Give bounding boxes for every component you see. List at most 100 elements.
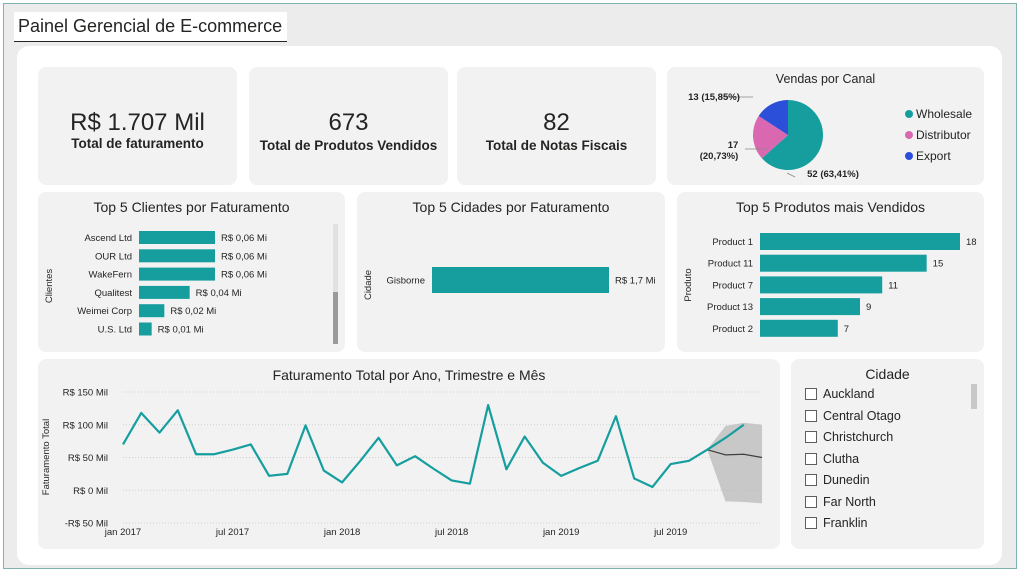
slicer-item[interactable]: Clutha — [805, 450, 859, 468]
legend-label: Wholesale — [916, 107, 973, 121]
bar-data-label: R$ 0,06 Mi — [221, 233, 267, 244]
kpi-label: Total de Produtos Vendidos — [259, 138, 438, 153]
kpi-card-revenue[interactable]: R$ 1.707 Mil Total de faturamento — [38, 67, 237, 185]
bar — [139, 267, 215, 281]
bar-data-label: 9 — [866, 302, 871, 313]
top-cities-card[interactable]: Top 5 Cidades por Faturamento Cidade Gis… — [357, 192, 665, 352]
bar-data-label: 15 — [933, 259, 944, 270]
y-axis-title: Cidade — [363, 270, 374, 300]
report-frame: Painel Gerencial de E-commerce R$ 1.707 … — [3, 3, 1017, 569]
bar-data-label: R$ 0,01 Mi — [158, 325, 204, 336]
bar — [139, 285, 190, 299]
x-tick-label: jul 2018 — [434, 527, 468, 538]
pie-data-label: 52 (63,41%) — [807, 169, 859, 180]
bar — [139, 304, 165, 318]
dashboard-canvas: R$ 1.707 Mil Total de faturamento 673 To… — [17, 46, 1002, 565]
x-tick-label: jan 2019 — [542, 527, 579, 538]
slicer-item-label: Dunedin — [823, 473, 870, 487]
kpi-card-products-sold[interactable]: 673 Total de Produtos Vendidos — [249, 67, 448, 185]
top-clients-chart[interactable]: Clientes Ascend Ltd R$ 0,06 Mi OUR Ltd R$ 0… — [38, 192, 345, 352]
bar — [139, 322, 152, 336]
bar — [139, 231, 215, 244]
legend-item-distributor[interactable]: Distributor — [905, 128, 971, 142]
kpi-value: 82 — [543, 109, 570, 136]
legend-item-export[interactable]: Export — [905, 149, 951, 163]
checkbox[interactable] — [805, 517, 817, 529]
legend-dot — [905, 110, 913, 118]
slicer-item[interactable]: Dunedin — [805, 471, 870, 489]
checkbox[interactable] — [805, 431, 817, 443]
slicer-item-label: Auckland — [823, 387, 875, 401]
checkbox[interactable] — [805, 452, 817, 465]
bar-data-label: 18 — [966, 237, 977, 248]
slicer-item-label: Clutha — [823, 451, 860, 466]
legend-item-wholesale[interactable]: Wholesale — [905, 107, 972, 121]
slicer-item[interactable]: Auckland — [805, 385, 874, 403]
slicer-item[interactable]: Franklin — [805, 514, 867, 532]
slicer-item[interactable]: Far North — [805, 493, 876, 511]
checkbox[interactable] — [805, 495, 817, 508]
bar-data-label: 7 — [844, 324, 849, 335]
x-tick-label: jan 2018 — [323, 527, 360, 538]
kpi-card-invoices[interactable]: 82 Total de Notas Fiscais — [457, 67, 656, 185]
bar-category-label: Ascend Ltd — [84, 233, 132, 244]
top-clients-card[interactable]: Top 5 Clientes por Faturamento Clientes … — [38, 192, 345, 352]
scrollbar-thumb[interactable] — [333, 292, 338, 344]
checkbox[interactable] — [805, 388, 817, 400]
bar — [760, 233, 960, 250]
pie-leader-line — [786, 172, 796, 178]
pie-data-label: 13 (15,85%) — [688, 92, 740, 103]
slicer-scrollbar[interactable] — [971, 384, 977, 409]
kpi-value: R$ 1.707 Mil — [70, 109, 205, 136]
top-products-card[interactable]: Top 5 Produtos mais Vendidos Produto Pro… — [677, 192, 984, 352]
x-tick-label: jul 2019 — [653, 527, 687, 538]
kpi-value: 673 — [328, 109, 369, 136]
legend-label: Export — [916, 149, 951, 163]
y-tick-label: -R$ 50 Mil — [65, 519, 108, 530]
bar-category-label: OUR Ltd — [95, 251, 132, 262]
bar-data-label: R$ 0,02 Mi — [170, 306, 216, 317]
y-axis-title: Clientes — [44, 269, 55, 304]
checkbox[interactable] — [805, 474, 817, 486]
kpi-label: Total de Notas Fiscais — [485, 138, 628, 153]
revenue-trend-card[interactable]: Faturamento Total por Ano, Trimestre e M… — [38, 359, 780, 549]
bar-category-label: Product 7 — [712, 280, 753, 291]
page-title-box: Painel Gerencial de E-commerce — [14, 12, 287, 42]
bar-category-label: Product 13 — [707, 302, 753, 313]
bar-category-label: WakeFern — [89, 270, 132, 281]
slicer-item[interactable]: Christchurch — [805, 428, 893, 446]
bar-data-label: R$ 1,7 Mi — [615, 276, 656, 287]
bar-category-label: Qualitest — [95, 288, 133, 299]
bar — [432, 267, 609, 293]
revenue-trend-chart[interactable]: Faturamento Total R$ 150 Mil R$ 100 Mil R$… — [38, 359, 780, 549]
pie-data-label: (20,73%) — [700, 151, 739, 162]
y-tick-label: R$ 0 Mil — [73, 486, 108, 497]
bar-category-label: U.S. Ltd — [98, 325, 132, 336]
bar-data-label: R$ 0,04 Mi — [196, 288, 242, 299]
bar-category-label: Product 11 — [708, 259, 753, 270]
y-tick-label: R$ 150 Mil — [63, 388, 108, 399]
bar — [760, 298, 860, 316]
page-title: Painel Gerencial de E-commerce — [18, 16, 283, 36]
top-products-chart[interactable]: Produto Product 1 18 Product 11 15 Product 7… — [677, 192, 984, 352]
top-cities-chart[interactable]: Cidade Gisborne R$ 1,7 Mi — [357, 192, 665, 352]
checkbox[interactable] — [805, 409, 817, 422]
pie-chart[interactable]: 13 (15,85%) 17 (20,73%) 52 (63,41%) — [667, 67, 984, 185]
sales-by-channel-card[interactable]: Vendas por Canal 13 (15,85%) 17 (20,73%)… — [667, 67, 984, 185]
forecast-band — [707, 422, 762, 504]
bar-data-label: 11 — [888, 280, 898, 291]
slicer-item-label: Far North — [823, 494, 876, 509]
slicer-item-label: Franklin — [823, 516, 868, 530]
legend-dot — [905, 131, 913, 139]
city-slicer[interactable]: Cidade Auckland Central Otago Christchurch… — [791, 359, 984, 549]
slicer-item-label: Christchurch — [823, 430, 894, 444]
legend-label: Distributor — [916, 128, 971, 142]
bar — [760, 254, 927, 272]
bar-category-label: Gisborne — [386, 276, 425, 287]
slicer-item[interactable]: Central Otago — [805, 407, 901, 425]
revenue-line — [122, 403, 745, 489]
bar-category-label: Weimei Corp — [77, 306, 132, 317]
city-slicer-title: Cidade — [865, 366, 910, 382]
y-axis-title: Faturamento Total — [41, 419, 52, 495]
x-tick-label: jul 2017 — [215, 527, 249, 538]
